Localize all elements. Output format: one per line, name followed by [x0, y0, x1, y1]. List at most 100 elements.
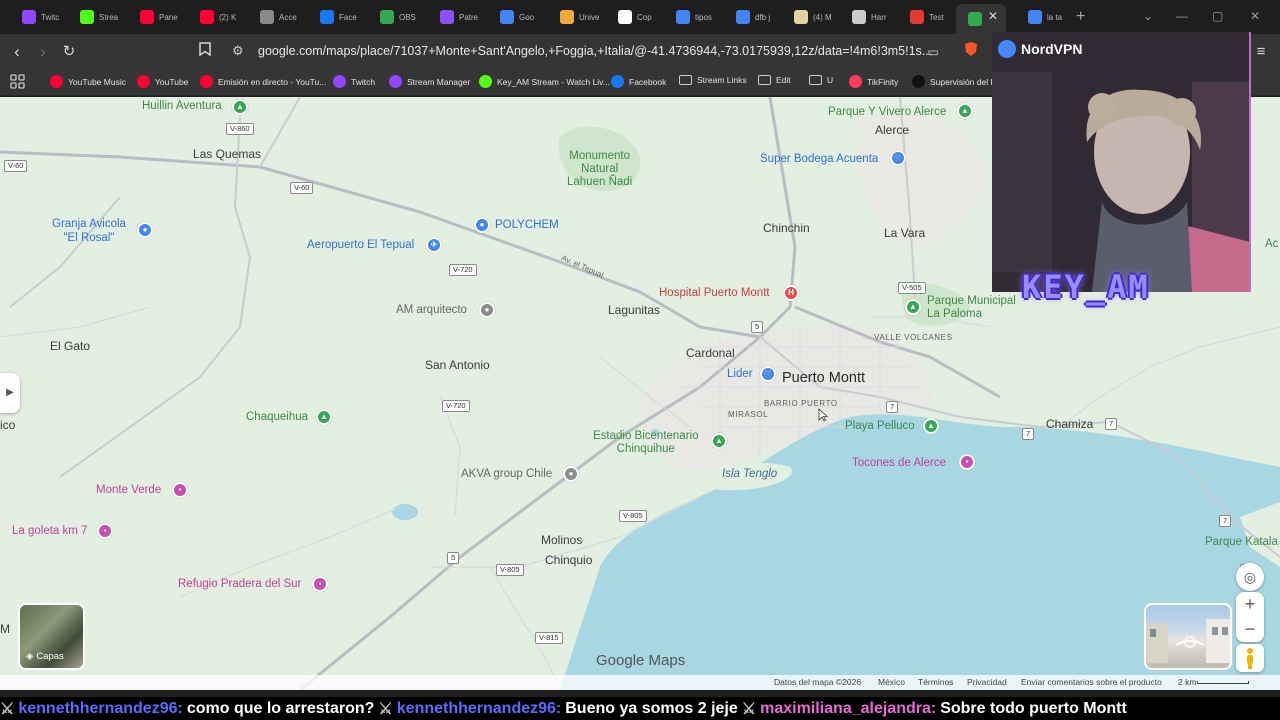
- address-bar[interactable]: ⚙ google.com/maps/place/71037+Monte+Sant…: [226, 40, 996, 64]
- browser-tab[interactable]: (2) K: [188, 5, 240, 29]
- cast-icon[interactable]: ▭: [922, 41, 944, 63]
- bookmark-item[interactable]: Edit: [758, 75, 791, 85]
- shop-pin-icon[interactable]: ●: [137, 222, 153, 238]
- place-lider[interactable]: Lider: [727, 368, 753, 380]
- terms-link[interactable]: Términos: [918, 677, 953, 687]
- place-lagunitas[interactable]: Lagunitas: [608, 303, 660, 317]
- park-pin-icon[interactable]: ▲: [316, 409, 332, 425]
- feedback-link[interactable]: Enviar comentarios sobre el producto: [1021, 677, 1162, 687]
- lodging-pin-icon[interactable]: ▪: [959, 454, 975, 470]
- lodging-pin-icon[interactable]: ▪: [312, 576, 328, 592]
- place-refugio-pradera[interactable]: Refugio Pradera del Sur: [178, 578, 301, 590]
- close-tab-icon[interactable]: ✕: [987, 10, 999, 22]
- browser-tab[interactable]: Unive: [548, 5, 600, 29]
- zoom-out-button[interactable]: −: [1236, 617, 1264, 642]
- browser-tab[interactable]: Cop: [606, 5, 658, 29]
- place-super-bodega[interactable]: Super Bodega Acuenta: [760, 153, 878, 165]
- maximize-button[interactable]: ▢: [1212, 9, 1223, 23]
- country-link[interactable]: México: [878, 677, 905, 687]
- layers-button[interactable]: ◈ Capas: [18, 603, 85, 670]
- browser-tab[interactable]: Test: [898, 5, 950, 29]
- place-granja-avicola[interactable]: Granja Avicola "El Rosal": [52, 217, 126, 245]
- place-chinquio[interactable]: Chinquio: [545, 553, 592, 567]
- new-tab-button[interactable]: +: [1076, 8, 1085, 26]
- place-huillin-aventura[interactable]: Huillin Aventura: [142, 100, 222, 112]
- bookmark-item[interactable]: Supervisión del LIV: [912, 75, 1003, 88]
- place-aeropuerto[interactable]: Aeropuerto El Tepual: [307, 239, 414, 251]
- place-pin-icon[interactable]: ●: [479, 302, 495, 318]
- browser-tab[interactable]: Twitc: [10, 5, 62, 29]
- bookmark-icon[interactable]: [194, 41, 216, 63]
- place-parque-vivero[interactable]: Parque Y Vivero Alerce: [828, 106, 946, 118]
- place-polychem[interactable]: POLYCHEM: [495, 219, 559, 231]
- browser-tab[interactable]: OBS: [368, 5, 420, 29]
- place-cardonal[interactable]: Cardonal: [686, 346, 735, 360]
- place-alerce[interactable]: Alerce: [875, 123, 909, 137]
- place-chaqueihua[interactable]: Chaqueihua: [246, 411, 308, 423]
- tab-search-icon[interactable]: ⌄: [1143, 9, 1153, 23]
- place-el-gato[interactable]: El Gato: [50, 339, 90, 353]
- airport-pin-icon[interactable]: ✈: [426, 237, 442, 253]
- place-tocones-alerce[interactable]: Tocones de Alerce: [852, 457, 946, 469]
- zoom-in-button[interactable]: +: [1236, 592, 1264, 617]
- shop-pin-icon[interactable]: 🛒: [760, 366, 776, 382]
- place-estadio-bicentenario[interactable]: Estadio Bicentenario Chinquihue: [593, 430, 698, 456]
- street-view-thumbnail[interactable]: [1144, 603, 1232, 670]
- bookmark-item[interactable]: Facebook: [611, 75, 666, 88]
- browser-tab[interactable]: Acce: [248, 5, 300, 29]
- place-las-quemas[interactable]: Las Quemas: [193, 147, 261, 161]
- site-info-icon[interactable]: ⚙: [232, 43, 244, 59]
- place-playa-pelluco[interactable]: Playa Pelluco: [845, 420, 915, 432]
- park-pin-icon[interactable]: ▲: [905, 299, 921, 315]
- bookmark-item[interactable]: YouTube Music: [50, 75, 126, 88]
- back-button[interactable]: ‹: [6, 41, 28, 63]
- bookmark-item[interactable]: Stream Links: [679, 75, 747, 85]
- lodging-pin-icon[interactable]: ▪: [172, 482, 188, 498]
- minimize-button[interactable]: —: [1176, 9, 1188, 23]
- place-monumento-lahuen[interactable]: Monumento Natural Lahuen Ñadi: [567, 150, 632, 189]
- stadium-pin-icon[interactable]: ▲: [711, 433, 727, 449]
- pegman-button[interactable]: [1236, 644, 1264, 672]
- browser-tab[interactable]: Goo: [488, 5, 540, 29]
- bookmark-item[interactable]: Key_AM Stream - Watch Liv...: [479, 75, 610, 88]
- lodging-pin-icon[interactable]: ▪: [97, 523, 113, 539]
- brave-shield-icon[interactable]: [960, 41, 982, 63]
- browser-tab[interactable]: tipos: [664, 5, 716, 29]
- browser-tab[interactable]: Strea: [68, 5, 120, 29]
- place-ico[interactable]: ico: [0, 418, 15, 432]
- place-la-goleta[interactable]: La goleta km 7: [12, 525, 87, 537]
- business-pin-icon[interactable]: ●: [474, 217, 490, 233]
- place-am-arquitecto[interactable]: AM arquitecto: [396, 304, 467, 316]
- beach-pin-icon[interactable]: ▲: [923, 418, 939, 434]
- browser-tab[interactable]: dfb j: [724, 5, 776, 29]
- place-isla-tenglo[interactable]: Isla Tenglo: [722, 468, 777, 480]
- place-ac[interactable]: Ac: [1265, 238, 1278, 250]
- browser-tab[interactable]: (4) M: [782, 5, 834, 29]
- scale-label[interactable]: 2 km: [1178, 677, 1196, 687]
- park-pin-icon[interactable]: ▲: [232, 99, 248, 115]
- expand-side-panel-button[interactable]: ▶: [0, 373, 20, 413]
- shop-pin-icon[interactable]: 🛒: [890, 150, 906, 166]
- hospital-pin-icon[interactable]: H: [783, 285, 799, 301]
- place-parque-katala[interactable]: Parque Katala: [1205, 536, 1278, 548]
- browser-tab[interactable]: Harr: [840, 5, 892, 29]
- place-chinchin[interactable]: Chinchin: [763, 221, 810, 235]
- place-akva-group[interactable]: AKVA group Chile: [461, 468, 552, 480]
- bookmark-item[interactable]: TikFinity: [849, 75, 898, 88]
- place-parque-municipal[interactable]: Parque Municipal La Paloma: [927, 295, 1016, 321]
- place-pin-icon[interactable]: ●: [563, 466, 579, 482]
- place-san-antonio[interactable]: San Antonio: [425, 358, 490, 372]
- place-hospital[interactable]: Hospital Puerto Montt: [659, 287, 770, 299]
- bookmark-item[interactable]: Twitch: [333, 75, 375, 88]
- reload-button[interactable]: ↻: [58, 41, 80, 63]
- menu-icon[interactable]: ≡: [1250, 41, 1272, 63]
- forward-button[interactable]: ›: [32, 41, 54, 63]
- browser-tab[interactable]: Patre: [428, 5, 480, 29]
- bookmark-item[interactable]: YouTube: [137, 75, 188, 88]
- bookmark-item[interactable]: Emisión en directo - YouTu...: [200, 75, 326, 88]
- place-la-vara[interactable]: La Vara: [884, 226, 925, 240]
- window-close-button[interactable]: ✕: [1250, 9, 1260, 23]
- bookmark-item[interactable]: Stream Manager: [389, 75, 470, 88]
- place-puerto-montt[interactable]: Puerto Montt: [782, 370, 865, 386]
- privacy-link[interactable]: Privacidad: [967, 677, 1007, 687]
